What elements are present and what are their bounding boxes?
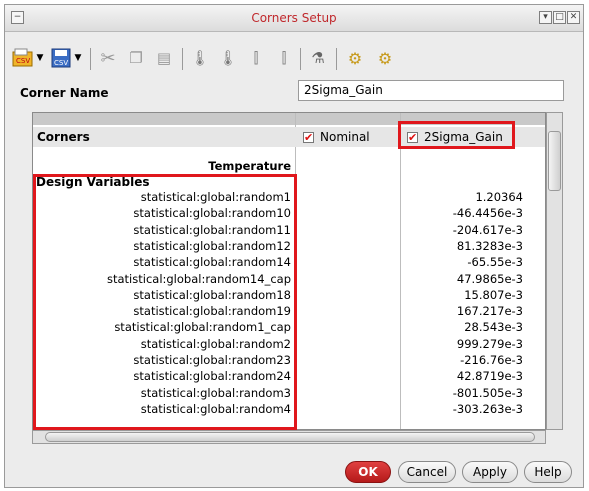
- ok-button[interactable]: OK: [345, 461, 391, 483]
- maximize-button[interactable]: □: [553, 11, 566, 24]
- variable-value[interactable]: 47.9865e-3: [401, 272, 545, 287]
- corner-group-icon[interactable]: ⚙: [372, 44, 398, 72]
- nominal-checkbox[interactable]: ✔: [303, 132, 314, 143]
- title-bar: − Corners Setup ▾ □ ✕: [5, 5, 583, 32]
- temperature-row: Temperature: [33, 159, 545, 175]
- highlight-design-variables: [33, 174, 297, 430]
- add-variable-icon[interactable]: ⫿: [244, 44, 268, 72]
- variable-value[interactable]: 42.8719e-3: [401, 369, 545, 384]
- minimize-button[interactable]: ▾: [539, 11, 552, 24]
- temperature-label: Temperature: [208, 159, 291, 173]
- variable-value[interactable]: 167.217e-3: [401, 304, 545, 319]
- open-dropdown-icon[interactable]: ▼: [34, 44, 46, 72]
- variable-value[interactable]: -303.263e-3: [401, 402, 545, 417]
- variable-value[interactable]: -801.505e-3: [401, 386, 545, 401]
- corner-name-input[interactable]: 2Sigma_Gain: [298, 80, 564, 101]
- model-files-icon[interactable]: ⚗: [306, 44, 330, 72]
- variable-value[interactable]: 28.543e-3: [401, 320, 545, 335]
- paste-icon[interactable]: ▤: [152, 44, 176, 72]
- copy-icon[interactable]: ❐: [124, 44, 148, 72]
- corner-name-label: Corner Name: [20, 86, 109, 100]
- variable-value[interactable]: 1.20364: [401, 190, 545, 205]
- horizontal-scrollbar[interactable]: [32, 430, 546, 444]
- nominal-column-header[interactable]: ✔ Nominal: [303, 130, 370, 144]
- add-corner-icon[interactable]: ⚙: [342, 44, 368, 72]
- svg-text:CSV: CSV: [54, 59, 68, 67]
- nominal-label: Nominal: [320, 130, 370, 144]
- variable-value[interactable]: -216.76e-3: [401, 353, 545, 368]
- horizontal-scroll-thumb[interactable]: [45, 432, 535, 442]
- save-dropdown-icon[interactable]: ▼: [72, 44, 84, 72]
- window-title: Corners Setup: [251, 11, 337, 25]
- variable-value[interactable]: -46.4456e-3: [401, 206, 545, 221]
- variable-value[interactable]: -204.617e-3: [401, 223, 545, 238]
- apply-button[interactable]: Apply: [462, 461, 518, 483]
- cancel-button[interactable]: Cancel: [398, 461, 456, 483]
- toolbar-separator: [90, 48, 91, 70]
- variable-value[interactable]: 81.3283e-3: [401, 239, 545, 254]
- variable-value[interactable]: 15.807e-3: [401, 288, 545, 303]
- close-button[interactable]: ✕: [567, 11, 580, 24]
- remove-variable-icon[interactable]: ⫿: [272, 44, 296, 72]
- save-csv-icon[interactable]: CSV: [48, 44, 74, 72]
- highlight-2sigma-column: [398, 121, 515, 149]
- vertical-scrollbar[interactable]: [546, 112, 563, 430]
- corners-label: Corners: [37, 130, 90, 144]
- add-temperature-icon[interactable]: 🌡: [188, 44, 212, 72]
- add-temperature-variable-icon[interactable]: 🌡: [216, 44, 240, 72]
- help-button[interactable]: Help: [524, 461, 572, 483]
- toolbar-separator: [182, 48, 183, 70]
- open-csv-icon[interactable]: CSV: [10, 44, 36, 72]
- svg-text:CSV: CSV: [16, 57, 30, 65]
- variable-value[interactable]: 999.279e-3: [401, 337, 545, 352]
- variable-value[interactable]: -65.55e-3: [401, 255, 545, 270]
- toolbar-separator: [300, 48, 301, 70]
- vertical-scroll-thumb[interactable]: [548, 131, 561, 191]
- cut-icon[interactable]: ✂: [96, 44, 120, 72]
- toolbar: CSV ▼ CSV ▼ ✂ ❐ ▤ 🌡 🌡 ⫿ ⫿ ⚗ ⚙ ⚙: [10, 44, 570, 74]
- toolbar-separator: [336, 48, 337, 70]
